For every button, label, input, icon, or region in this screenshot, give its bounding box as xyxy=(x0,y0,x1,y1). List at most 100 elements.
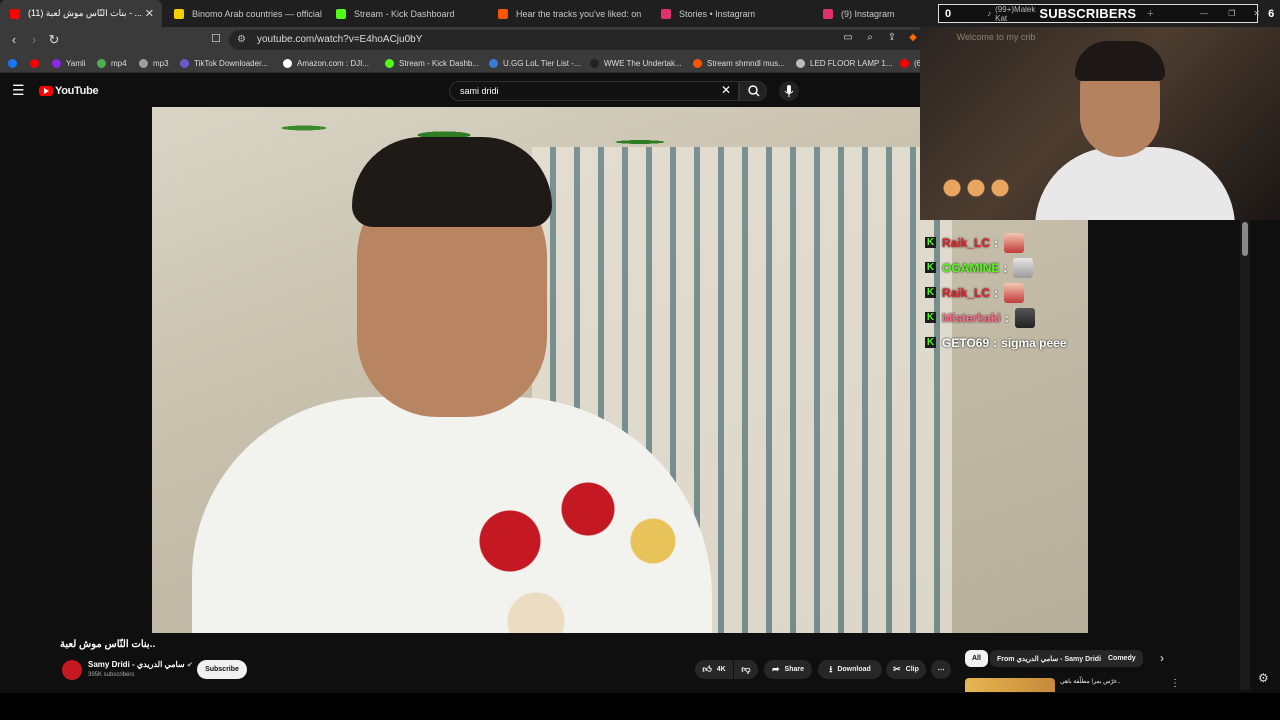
bookmark-label: mp4 xyxy=(111,58,127,68)
kick-icon xyxy=(385,58,394,68)
tab-kick-dashboard[interactable]: Stream - Kick Dashboard xyxy=(326,0,486,27)
bookmark-facebook[interactable] xyxy=(8,56,22,70)
tab-label: Binomo Arab countries — official site xyxy=(192,8,324,19)
chat-colon: : xyxy=(1004,310,1009,325)
bookmark-label: Stream - Kick Dashb... xyxy=(399,58,480,68)
channel-name-text: Samy Dridi - سامي الدريدي xyxy=(88,660,185,669)
search-button[interactable] xyxy=(739,81,767,101)
chat-message: K Raik_LC : xyxy=(921,280,1089,305)
scrollbar[interactable] xyxy=(1240,220,1250,690)
scrollbar-thumb[interactable] xyxy=(1242,222,1248,256)
ugg-icon xyxy=(489,58,498,68)
chat-text: sigma peee xyxy=(1001,335,1067,350)
download-button[interactable]: ⭳ Download xyxy=(818,660,882,679)
channel-name[interactable]: Samy Dridi - سامي الدريدي ✔ xyxy=(88,660,193,669)
tab-soundcloud[interactable]: Hear the tracks you've liked: on SoundCl… xyxy=(488,0,643,27)
more-actions-button[interactable]: ⋯ xyxy=(931,660,951,679)
wwe-icon xyxy=(590,58,599,68)
chat-colon: : xyxy=(994,285,999,300)
youtube-logo[interactable]: YouTube xyxy=(39,85,99,97)
channel-avatar[interactable] xyxy=(62,660,82,680)
bookmark-amazon[interactable]: Amazon.com : DJI... xyxy=(283,56,369,70)
kick-favicon-icon xyxy=(336,8,346,19)
bookmark-led-lamp[interactable]: LED FLOOR LAMP 1... xyxy=(796,56,893,70)
binomo-favicon-icon xyxy=(174,8,184,19)
tab-instagram[interactable]: (9) Instagram xyxy=(813,0,923,27)
youtube-logo-text: YouTube xyxy=(55,85,99,97)
zoom-icon[interactable]: ⌕ xyxy=(862,32,878,43)
close-tab-icon[interactable]: ✕ xyxy=(145,7,154,20)
chat-colon: : xyxy=(993,335,998,350)
window-close-icon[interactable]: ✕ xyxy=(1253,9,1260,18)
clear-search-icon[interactable]: ✕ xyxy=(721,83,731,97)
bookmark-icon[interactable]: ☐ xyxy=(208,32,224,45)
voice-search-button[interactable] xyxy=(779,81,799,101)
tab-binomo[interactable]: Binomo Arab countries — official site xyxy=(164,0,324,27)
lamp-icon xyxy=(796,58,805,68)
like-button[interactable]: 👍︎ 4K xyxy=(695,660,733,679)
hamburger-menu-icon[interactable]: ☰ xyxy=(12,82,25,99)
restore-icon[interactable]: ❐ xyxy=(1228,9,1235,18)
chat-colon: : xyxy=(994,235,999,250)
bookmark-youtube[interactable] xyxy=(30,56,44,70)
recommended-video-title[interactable]: عرّس بمرا مطلّقة باهي.. xyxy=(1060,678,1121,685)
chevron-right-icon[interactable]: › xyxy=(1160,651,1164,665)
tab-label: (11) بنات النّاس موش لعبة - ... xyxy=(28,8,143,18)
cast-icon[interactable]: ▭ xyxy=(840,32,856,43)
minimize-icon[interactable]: — xyxy=(1200,9,1208,18)
chip-all[interactable]: All xyxy=(965,650,988,667)
scissors-icon: ✂ xyxy=(893,664,901,674)
tiktok-icon: ♪ xyxy=(987,9,992,18)
back-icon[interactable]: ‹ xyxy=(6,32,22,47)
subscribe-button[interactable]: Subscribe xyxy=(197,660,247,679)
share-button[interactable]: ➦ Share xyxy=(764,660,812,679)
webcam-person-shirt xyxy=(1035,147,1235,220)
chat-username: OGAMINE xyxy=(942,260,1000,275)
forward-icon[interactable]: › xyxy=(26,32,42,47)
tab-youtube-video[interactable]: (11) بنات النّاس موش لعبة - ... ✕ xyxy=(0,0,162,27)
chat-message: K OGAMINE : xyxy=(921,255,1089,280)
thumbs-up-icon: 👍︎ xyxy=(702,664,712,674)
subs-label: SUBSCRIBERS xyxy=(1039,6,1137,21)
brave-shield-icon[interactable]: ◆ xyxy=(905,32,921,43)
bookmark-mp3[interactable]: mp3 xyxy=(139,56,169,70)
download-arrow-icon xyxy=(97,58,106,68)
instagram-favicon-icon xyxy=(823,8,833,19)
webcam-lights xyxy=(940,177,1020,199)
tab-instagram-stories[interactable]: Stories • Instagram xyxy=(651,0,806,27)
microphone-icon xyxy=(784,85,794,97)
bookmark-label: mp3 xyxy=(153,58,169,68)
clip-button[interactable]: ✂ Clip xyxy=(886,660,926,679)
share-arrow-icon: ➦ xyxy=(771,664,780,674)
chip-comedy[interactable]: Comedy xyxy=(1101,650,1143,667)
dislike-button[interactable]: 👎︎ xyxy=(734,660,758,679)
subscriber-count: 395K subscribers xyxy=(88,672,135,678)
recommended-video-thumbnail[interactable] xyxy=(965,678,1055,692)
bookmark-soundcloud[interactable]: Stream shmndl mus... xyxy=(693,56,785,70)
amazon-icon xyxy=(283,58,292,68)
kick-chat-overlay: K Raik_LC : K OGAMINE : K Raik_LC : K Mi… xyxy=(921,220,1089,354)
subscriber-counter-overlay: 0 ♪ (99+)Malek Kat SUBSCRIBERS ＋ — ❐ ✕ 6 xyxy=(938,4,1274,23)
bookmark-tiktok-downloader[interactable]: TikTok Downloader... xyxy=(180,56,268,70)
bookmark-kick-dashboard[interactable]: Stream - Kick Dashb... xyxy=(385,56,479,70)
youtube-icon xyxy=(900,58,909,68)
site-info-icon[interactable]: ⚙ xyxy=(237,30,246,50)
settings-gear-icon[interactable]: ⚙ xyxy=(1258,671,1269,685)
bookmark-ugg[interactable]: U.GG LoL Tier List -... xyxy=(489,56,581,70)
emote-icon xyxy=(1014,307,1035,328)
chip-from-channel[interactable]: From سامي الدريدي - Samy Dridi xyxy=(990,650,1109,667)
reload-icon[interactable]: ↻ xyxy=(46,32,62,48)
chat-colon: : xyxy=(1003,260,1008,275)
new-tab-plus-icon[interactable]: ＋ xyxy=(1146,8,1154,19)
more-vertical-icon[interactable]: ⋮ xyxy=(1170,678,1180,689)
youtube-play-icon xyxy=(39,86,53,96)
share-page-icon[interactable]: ⇪ xyxy=(884,32,900,43)
chat-username: GETO69 xyxy=(942,335,990,350)
bookmark-wwe[interactable]: WWE The Undertak... xyxy=(590,56,682,70)
bookmark-yamli[interactable]: Yamli xyxy=(52,56,85,70)
search-input[interactable]: sami dridi xyxy=(449,81,739,101)
bookmark-mp4[interactable]: mp4 xyxy=(97,56,127,70)
bookmark-youtube-2[interactable]: (6 xyxy=(900,56,921,70)
soundcloud-favicon-icon xyxy=(498,8,508,19)
url-bar[interactable]: ⚙ youtube.com/watch?v=E4hoACju0bY xyxy=(229,30,929,50)
